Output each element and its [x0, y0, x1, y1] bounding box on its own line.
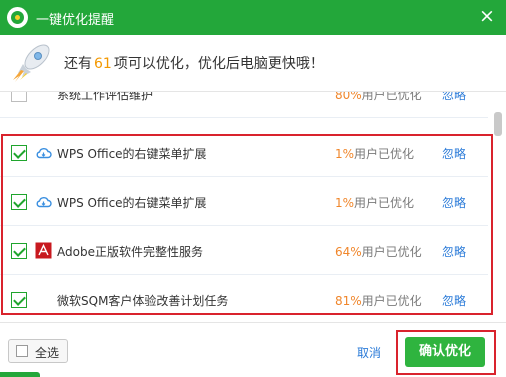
message-prefix: 还有 — [64, 56, 92, 72]
item-percent-value: 64% — [335, 245, 362, 259]
header-panel: 还有 61 项可以优化，优化后电脑更快哦！ — [0, 35, 506, 91]
window-title: 一键优化提醒 — [36, 13, 115, 28]
item-name: 系统工作评估维护 — [57, 91, 154, 102]
ignore-link[interactable]: 忽略 — [442, 243, 466, 260]
adobe-icon — [35, 242, 52, 259]
item-percent-value: 1% — [335, 196, 355, 210]
item-percent-label: 用户已优化 — [361, 245, 422, 259]
optimize-message: 还有 61 项可以优化，优化后电脑更快哦！ — [64, 53, 324, 73]
select-all-checkbox[interactable] — [16, 345, 28, 357]
optimize-count: 61 — [94, 56, 112, 72]
cancel-button[interactable]: 取消 — [357, 344, 381, 361]
message-suffix: 项可以优化，优化后电脑更快哦！ — [113, 56, 324, 72]
item-percent-value: 80% — [335, 91, 362, 102]
item-percent: 64%用户已优化 — [335, 243, 422, 260]
item-percent-value: 1% — [335, 147, 355, 161]
item-percent-label: 用户已优化 — [354, 196, 415, 210]
item-name: WPS Office的右键菜单扩展 — [57, 196, 207, 210]
select-all-button[interactable]: 全选 — [8, 339, 68, 363]
ignore-link[interactable]: 忽略 — [442, 194, 466, 211]
title-bar: 一键优化提醒 × — [0, 0, 506, 35]
item-percent-label: 用户已优化 — [361, 91, 422, 102]
list-item[interactable]: Adobe正版软件完整性服务 64%用户已优化 忽略 — [0, 227, 488, 275]
app-logo-icon — [7, 7, 28, 28]
list-item[interactable]: WPS Office的右键菜单扩展 1%用户已优化 忽略 — [0, 178, 488, 226]
item-percent-label: 用户已优化 — [354, 147, 415, 161]
item-checkbox[interactable] — [11, 145, 27, 161]
item-percent: 80%用户已优化 — [335, 91, 422, 103]
rocket-icon — [13, 44, 50, 82]
item-percent: 81%用户已优化 — [335, 292, 422, 309]
item-checkbox[interactable] — [11, 243, 27, 259]
scroll-thumb[interactable] — [494, 112, 502, 136]
item-percent: 1%用户已优化 — [335, 145, 414, 162]
list-item[interactable]: 系统工作评估维护 80%用户已优化 忽略 — [0, 91, 488, 118]
item-name: 微软SQM客户体验改善计划任务 — [57, 294, 229, 308]
optimization-list[interactable]: 系统工作评估维护 80%用户已优化 忽略 WPS Office的右键菜单扩展 1… — [0, 91, 506, 316]
list-scrollbar[interactable] — [494, 92, 502, 316]
list-item[interactable]: 微软SQM客户体验改善计划任务 81%用户已优化 忽略 — [0, 276, 488, 316]
cloud-icon — [36, 197, 52, 208]
item-checkbox[interactable] — [11, 292, 27, 308]
list-item[interactable]: WPS Office的右键菜单扩展 1%用户已优化 忽略 — [0, 129, 488, 177]
close-button[interactable]: × — [474, 3, 500, 29]
item-percent: 1%用户已优化 — [335, 194, 414, 211]
ignore-link[interactable]: 忽略 — [442, 292, 466, 309]
footer-bar: 全选 取消 确认优化 — [0, 322, 506, 377]
cloud-icon — [36, 148, 52, 159]
item-percent-label: 用户已优化 — [361, 294, 422, 308]
item-checkbox[interactable] — [11, 194, 27, 210]
ignore-link[interactable]: 忽略 — [442, 145, 466, 162]
confirm-optimize-button[interactable]: 确认优化 — [405, 337, 485, 367]
ignore-link[interactable]: 忽略 — [442, 92, 466, 103]
item-name: Adobe正版软件完整性服务 — [57, 245, 203, 259]
item-checkbox[interactable] — [11, 92, 27, 102]
select-all-label: 全选 — [35, 346, 60, 360]
item-name: WPS Office的右键菜单扩展 — [57, 147, 207, 161]
status-strip — [0, 372, 40, 377]
item-percent-value: 81% — [335, 294, 362, 308]
